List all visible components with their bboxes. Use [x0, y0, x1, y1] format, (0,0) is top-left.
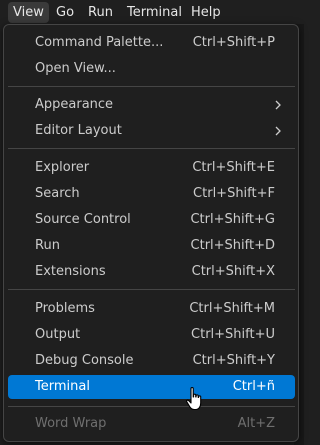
menu-separator [8, 406, 295, 407]
menu-item-shortcut: Ctrl+Shift+P [192, 35, 275, 50]
menu-item-shortcut: Ctrl+Shift+E [192, 160, 275, 175]
menu-item-shortcut: Ctrl+Shift+M [189, 301, 275, 316]
menubar-view[interactable]: View [8, 2, 49, 23]
menu-item-label: Word Wrap [35, 416, 107, 431]
menu-item-label: Command Palette... [35, 35, 164, 50]
menu-separator [8, 86, 295, 87]
menu-item-label: Problems [35, 301, 95, 316]
menu-item-label: Source Control [35, 212, 131, 227]
menu-item-extensions[interactable]: Extensions Ctrl+Shift+X [8, 261, 295, 283]
chevron-right-icon [275, 100, 281, 110]
view-menu-dropdown: Command Palette... Ctrl+Shift+P Open Vie… [3, 24, 299, 442]
menu-item-shortcut: Alt+Z [237, 416, 275, 431]
menu-item-label: Terminal [35, 379, 90, 394]
menu-item-appearance[interactable]: Appearance [8, 94, 295, 116]
menu-item-label: Extensions [35, 264, 106, 279]
menu-item-explorer[interactable]: Explorer Ctrl+Shift+E [8, 157, 295, 179]
menu-item-shortcut: Ctrl+Shift+D [190, 238, 275, 253]
menubar-help[interactable]: Help [186, 2, 226, 23]
menu-item-label: Output [35, 327, 81, 342]
menu-item-problems[interactable]: Problems Ctrl+Shift+M [8, 298, 295, 320]
menu-item-source-control[interactable]: Source Control Ctrl+Shift+G [8, 209, 295, 231]
menubar-run[interactable]: Run [83, 2, 118, 23]
menu-item-shortcut: Ctrl+Shift+Y [192, 353, 275, 368]
menu-item-command-palette[interactable]: Command Palette... Ctrl+Shift+P [8, 32, 295, 54]
menubar-terminal[interactable]: Terminal [122, 2, 187, 23]
menu-item-debug-console[interactable]: Debug Console Ctrl+Shift+Y [8, 350, 295, 372]
menu-item-run[interactable]: Run Ctrl+Shift+D [8, 235, 295, 257]
menu-item-label: Explorer [35, 160, 90, 175]
menu-item-shortcut: Ctrl+ñ [232, 379, 275, 394]
menu-item-shortcut: Ctrl+Shift+G [190, 212, 275, 227]
menu-item-search[interactable]: Search Ctrl+Shift+F [8, 183, 295, 205]
menu-item-label: Search [35, 186, 80, 201]
menu-item-label: Open View... [35, 61, 116, 76]
menu-item-editor-layout[interactable]: Editor Layout [8, 120, 295, 142]
menu-item-shortcut: Ctrl+Shift+X [191, 264, 275, 279]
chevron-right-icon [275, 126, 281, 136]
app-window: View Go Run Terminal Help Command Palett… [0, 0, 304, 445]
menu-item-shortcut: Ctrl+Shift+U [191, 327, 275, 342]
menu-item-label: Debug Console [35, 353, 134, 368]
menu-item-label: Editor Layout [35, 123, 122, 138]
menu-item-terminal[interactable]: Terminal Ctrl+ñ [8, 375, 295, 399]
menubar-go[interactable]: Go [51, 2, 79, 23]
menu-item-word-wrap: Word Wrap Alt+Z [8, 413, 295, 435]
menu-item-shortcut: Ctrl+Shift+F [193, 186, 275, 201]
menu-item-label: Appearance [35, 97, 114, 112]
menu-item-open-view[interactable]: Open View... [8, 58, 295, 80]
menu-item-label: Run [35, 238, 60, 253]
hand-pointer-icon [186, 387, 202, 411]
menu-separator [8, 289, 295, 290]
menu-separator [8, 148, 295, 149]
menu-item-output[interactable]: Output Ctrl+Shift+U [8, 324, 295, 346]
menubar: View Go Run Terminal Help [0, 0, 304, 24]
